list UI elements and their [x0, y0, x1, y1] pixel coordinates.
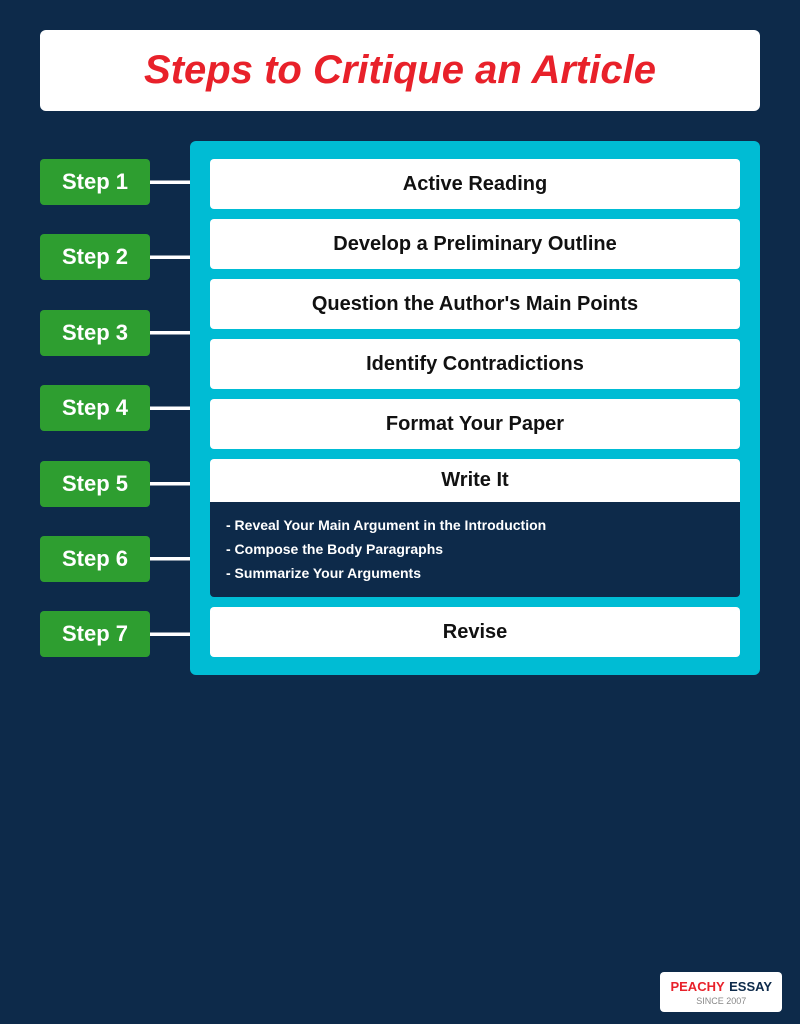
logo-area: PEACHY ESSAY SINCE 2007	[660, 972, 782, 1012]
title-box: Steps to Critique an Article	[40, 30, 760, 111]
step-6-row: Step 6	[40, 536, 190, 582]
write-it-title: Write It	[210, 459, 740, 502]
step-7-row: Step 7	[40, 611, 190, 657]
page-title: Steps to Critique an Article	[144, 48, 656, 92]
write-it-container: Write It - Reveal Your Main Argument in …	[210, 459, 740, 597]
step-1-row: Step 1	[40, 159, 190, 205]
step2-content: Develop a Preliminary Outline	[210, 219, 740, 269]
step-2-badge: Step 2	[40, 234, 150, 280]
logo-text: PEACHY ESSAY SINCE 2007	[670, 978, 772, 1006]
steps-column: Step 1 Step 2 Step 3 Step 4 Step 5 Step …	[40, 141, 190, 675]
step-5-badge: Step 5	[40, 461, 150, 507]
logo-since: SINCE 2007	[670, 996, 772, 1006]
step-3-badge: Step 3	[40, 310, 150, 356]
step-1-badge: Step 1	[40, 159, 150, 205]
write-sub-1: - Reveal Your Main Argument in the Intro…	[226, 514, 724, 538]
right-panel: Active Reading Develop a Preliminary Out…	[190, 141, 760, 675]
step-5-row: Step 5	[40, 461, 190, 507]
logo-essay: ESSAY	[729, 979, 772, 994]
step5-content: Format Your Paper	[210, 399, 740, 449]
step-3-row: Step 3	[40, 310, 190, 356]
step-6-badge: Step 6	[40, 536, 150, 582]
main-content: Step 1 Step 2 Step 3 Step 4 Step 5 Step …	[40, 141, 760, 675]
step3-content: Question the Author's Main Points	[210, 279, 740, 329]
step1-content: Active Reading	[210, 159, 740, 209]
write-sub-3: - Summarize Your Arguments	[226, 562, 724, 586]
step-4-badge: Step 4	[40, 385, 150, 431]
step7-content: Revise	[210, 607, 740, 657]
step-7-badge: Step 7	[40, 611, 150, 657]
step-4-row: Step 4	[40, 385, 190, 431]
logo-peachy: PEACHY	[670, 979, 724, 994]
write-it-sub: - Reveal Your Main Argument in the Intro…	[210, 502, 740, 597]
step4-content: Identify Contradictions	[210, 339, 740, 389]
step-2-row: Step 2	[40, 234, 190, 280]
write-sub-2: - Compose the Body Paragraphs	[226, 538, 724, 562]
